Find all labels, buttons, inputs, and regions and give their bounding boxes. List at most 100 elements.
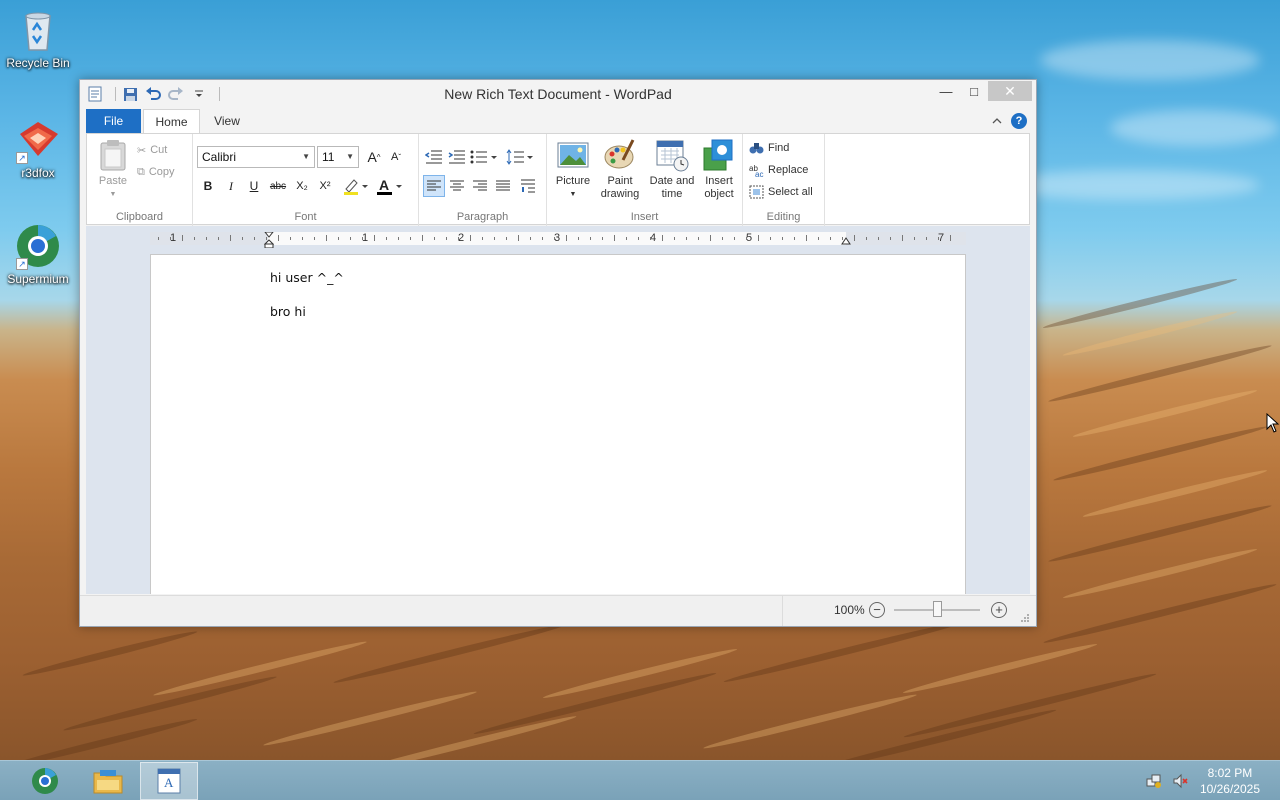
dune-ripple xyxy=(1042,275,1238,332)
line-spacing-icon[interactable] xyxy=(505,146,535,168)
r3dfox-icon: ↗ xyxy=(14,116,62,164)
ruler[interactable]: 1 1 2 3 4 5 7 xyxy=(150,231,966,249)
desktop-icon-supermium[interactable]: ↗ Supermium xyxy=(1,222,75,286)
decrease-indent-icon[interactable] xyxy=(423,146,445,168)
ruler-tick xyxy=(782,237,783,240)
document-area: 1 1 2 3 4 5 7 hi user ^_^ bro hi xyxy=(86,226,1030,594)
ruler-tick xyxy=(182,235,183,241)
desktop-icon-r3dfox[interactable]: ↗ r3dfox xyxy=(1,116,75,180)
ruler-tick xyxy=(602,237,603,240)
ruler-tick xyxy=(362,237,363,240)
dune-ripple xyxy=(702,691,918,752)
ruler-tick xyxy=(350,237,351,240)
picture-dropdown-icon[interactable]: ▼ xyxy=(553,188,593,201)
ruler-right-margin xyxy=(846,232,966,245)
bold-button[interactable]: B xyxy=(197,175,219,197)
paste-icon xyxy=(96,138,130,172)
zoom-out-button[interactable]: − xyxy=(869,602,885,618)
insert-object-button[interactable]: Insert object xyxy=(699,138,739,201)
font-color-button[interactable]: A xyxy=(375,175,405,197)
ruler-tick xyxy=(554,237,555,240)
italic-button[interactable]: I xyxy=(220,175,242,197)
copy-button[interactable]: ⧉ Copy xyxy=(137,162,175,182)
ruler-tick xyxy=(794,237,795,240)
strikethrough-button[interactable]: abc xyxy=(267,175,289,197)
find-button[interactable]: Find xyxy=(749,138,789,158)
grow-font-button[interactable]: A ^ xyxy=(363,146,385,168)
document-paragraph[interactable]: bro hi xyxy=(270,304,306,319)
align-center-icon[interactable] xyxy=(446,175,468,197)
volume-muted-icon[interactable] xyxy=(1172,773,1188,789)
font-size-select[interactable]: 11 ▼ xyxy=(317,146,359,168)
zoom-level-label: 100% xyxy=(834,603,865,617)
picture-button[interactable]: Picture ▼ xyxy=(553,138,593,201)
ribbon-home: Paste ▼ ✂ Cut ⧉ Copy Clipboard Calibri ▼… xyxy=(86,133,1030,226)
zoom-slider-thumb[interactable] xyxy=(933,601,942,617)
dune-ripple xyxy=(262,688,478,749)
font-family-select[interactable]: Calibri ▼ xyxy=(197,146,315,168)
desktop-icon-recycle-bin[interactable]: Recycle Bin xyxy=(1,6,75,70)
network-icon[interactable] xyxy=(1146,773,1162,789)
title-bar[interactable]: New Rich Text Document - WordPad — □ ✕ xyxy=(80,80,1036,108)
paste-button[interactable]: Paste ▼ xyxy=(93,138,133,201)
justify-icon[interactable] xyxy=(492,175,514,197)
resize-grip-icon[interactable] xyxy=(1020,612,1030,622)
ruler-tick xyxy=(278,235,279,241)
highlight-button[interactable] xyxy=(341,175,371,197)
ruler-tick xyxy=(218,237,219,240)
ruler-tick xyxy=(914,237,915,240)
minimize-ribbon-icon[interactable] xyxy=(989,113,1005,129)
cut-button[interactable]: ✂ Cut xyxy=(137,140,167,160)
superscript-button[interactable]: X² xyxy=(314,175,336,197)
cloud xyxy=(1040,40,1260,80)
date-time-button[interactable]: Date and time xyxy=(647,138,697,201)
ruler-tick xyxy=(206,237,207,240)
date-label-line1: Date and xyxy=(649,175,695,187)
subscript-button[interactable]: X₂ xyxy=(291,175,313,197)
paste-dropdown-icon[interactable]: ▼ xyxy=(93,188,133,201)
zoom-in-button[interactable]: + xyxy=(991,602,1007,618)
wordpad-taskbar-icon: A xyxy=(157,768,181,794)
close-button[interactable]: ✕ xyxy=(988,81,1032,101)
maximize-button[interactable]: □ xyxy=(960,81,988,101)
increase-indent-icon[interactable] xyxy=(446,146,468,168)
document-paragraph[interactable]: hi user ^_^ xyxy=(270,270,344,285)
picture-icon xyxy=(556,138,590,172)
bullets-icon[interactable] xyxy=(469,146,499,168)
ruler-left-margin xyxy=(150,232,268,245)
group-editing: Find ab ac Replace Select all Editing xyxy=(743,134,825,226)
help-icon[interactable]: ? xyxy=(1011,113,1027,129)
tab-home[interactable]: Home xyxy=(143,109,200,134)
ruler-tick xyxy=(290,237,291,240)
minimize-button[interactable]: — xyxy=(932,81,960,101)
paragraph-settings-icon[interactable] xyxy=(517,175,539,197)
shrink-font-button[interactable]: Aˇ xyxy=(385,146,407,168)
taskbar-clock[interactable]: 8:02 PM 10/26/2025 xyxy=(1200,765,1260,797)
paint-drawing-button[interactable]: Paint drawing xyxy=(597,138,643,201)
ruler-tick xyxy=(314,237,315,240)
ruler-tick xyxy=(854,235,855,241)
align-right-icon[interactable] xyxy=(469,175,491,197)
ruler-tick xyxy=(938,237,939,240)
ruler-tick xyxy=(878,237,879,240)
ruler-tick xyxy=(686,237,687,240)
taskbar-wordpad[interactable]: A xyxy=(140,762,198,800)
replace-label: Replace xyxy=(768,164,809,176)
document-page[interactable]: hi user ^_^ bro hi xyxy=(150,254,966,594)
find-label: Find xyxy=(768,142,790,154)
supermium-taskbar-icon xyxy=(32,768,58,794)
right-indent-marker[interactable] xyxy=(841,232,851,246)
clock-date: 10/26/2025 xyxy=(1199,782,1260,796)
ruler-tick xyxy=(170,237,171,240)
supermium-icon: ↗ xyxy=(14,222,62,270)
tab-file[interactable]: File xyxy=(86,109,141,133)
select-all-button[interactable]: Select all xyxy=(749,182,813,202)
replace-button[interactable]: ab ac Replace xyxy=(749,160,808,180)
taskbar-file-explorer[interactable] xyxy=(79,762,137,800)
left-indent-marker[interactable] xyxy=(263,231,275,249)
taskbar-supermium[interactable] xyxy=(16,762,74,800)
align-left-icon[interactable] xyxy=(423,175,445,197)
tab-view[interactable]: View xyxy=(203,109,251,133)
font-color-icon: A xyxy=(377,177,402,195)
underline-button[interactable]: U xyxy=(243,175,265,197)
